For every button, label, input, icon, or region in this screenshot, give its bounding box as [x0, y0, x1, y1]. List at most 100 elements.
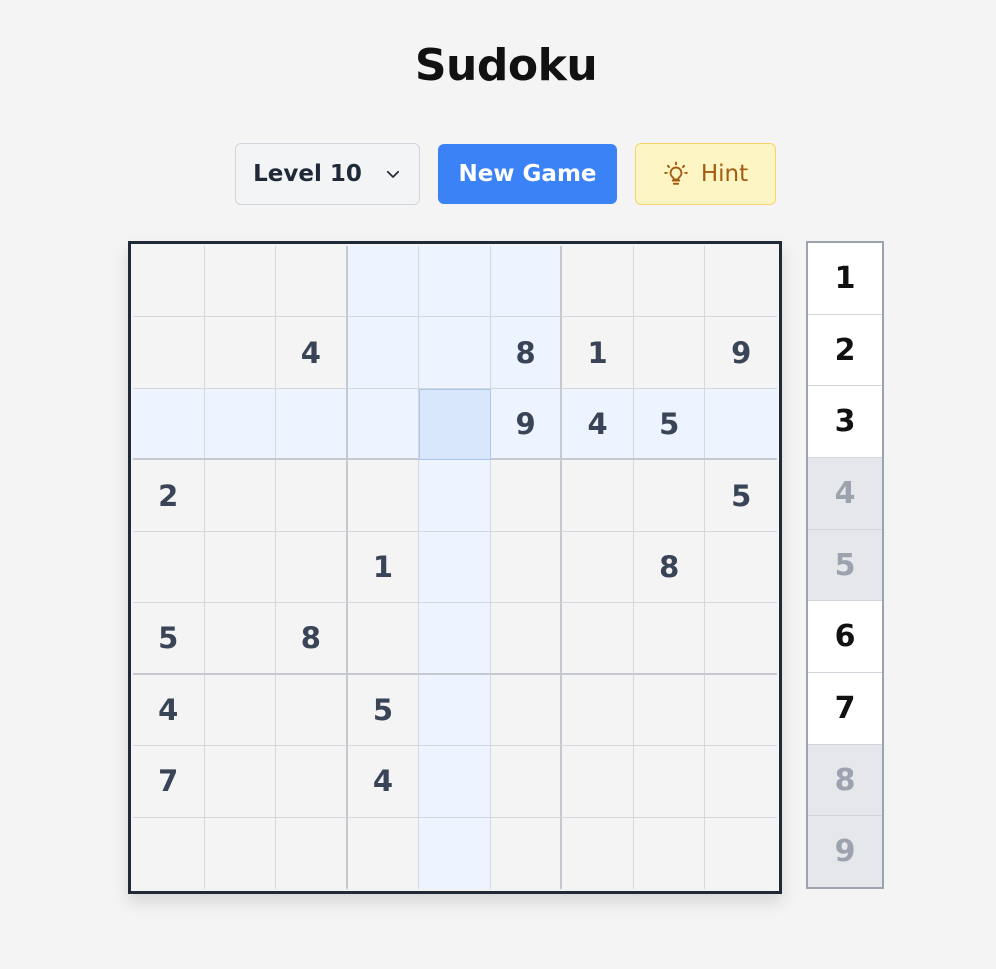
- sudoku-cell[interactable]: 4: [347, 746, 420, 818]
- sudoku-cell[interactable]: [490, 460, 563, 532]
- level-select-label: Level 10: [253, 161, 362, 187]
- sudoku-cell[interactable]: [419, 246, 491, 318]
- sudoku-cell[interactable]: [562, 460, 634, 532]
- sudoku-cell[interactable]: [348, 817, 420, 889]
- sudoku-cell[interactable]: 5: [633, 388, 706, 461]
- sudoku-cell[interactable]: [633, 460, 706, 532]
- sudoku-cell[interactable]: [633, 603, 706, 675]
- sudoku-cell[interactable]: [276, 388, 348, 461]
- sudoku-cell[interactable]: [562, 246, 634, 318]
- sudoku-cell[interactable]: [419, 746, 491, 818]
- sudoku-cell[interactable]: [705, 246, 777, 318]
- sudoku-cell[interactable]: [562, 603, 634, 675]
- sudoku-cell[interactable]: [562, 674, 634, 747]
- sudoku-cell[interactable]: [133, 317, 205, 389]
- sudoku-cell[interactable]: [705, 532, 777, 604]
- number-button-3[interactable]: 3: [808, 386, 882, 459]
- hint-button[interactable]: Hint: [635, 143, 776, 205]
- sudoku-cell[interactable]: 5: [705, 460, 777, 532]
- number-button-6[interactable]: 6: [808, 601, 882, 674]
- sudoku-cell[interactable]: [205, 817, 277, 889]
- sudoku-cell[interactable]: [204, 317, 277, 389]
- sudoku-cell[interactable]: [204, 246, 277, 318]
- sudoku-cell[interactable]: [204, 603, 277, 675]
- number-button-7[interactable]: 7: [808, 673, 882, 745]
- sudoku-cell[interactable]: [204, 460, 277, 532]
- number-button-4[interactable]: 4: [808, 458, 882, 530]
- sudoku-cell[interactable]: [419, 388, 491, 461]
- sudoku-cell[interactable]: 2: [133, 460, 205, 532]
- sudoku-cell[interactable]: [347, 603, 420, 675]
- sudoku-cell[interactable]: [204, 746, 277, 818]
- sudoku-cell[interactable]: 1: [562, 317, 634, 389]
- sudoku-cell[interactable]: [133, 531, 205, 604]
- sudoku-cell[interactable]: [133, 246, 205, 318]
- sudoku-cell[interactable]: [347, 460, 420, 532]
- number-button-9[interactable]: 9: [808, 816, 882, 888]
- sudoku-cell[interactable]: 5: [347, 674, 420, 747]
- sudoku-cell[interactable]: [490, 531, 563, 604]
- sudoku-cell[interactable]: [562, 817, 634, 889]
- page-title: Sudoku: [414, 40, 598, 91]
- sudoku-cell[interactable]: [633, 317, 706, 389]
- sudoku-cell[interactable]: [276, 531, 348, 604]
- sudoku-cell[interactable]: 1: [347, 531, 420, 604]
- new-game-button[interactable]: New Game: [438, 144, 617, 204]
- sudoku-cell[interactable]: [633, 746, 706, 818]
- sudoku-cell[interactable]: 4: [133, 674, 205, 747]
- sudoku-cell[interactable]: [276, 460, 348, 532]
- sudoku-cell[interactable]: [276, 246, 348, 318]
- sudoku-cell[interactable]: [705, 388, 777, 461]
- sudoku-cell[interactable]: [133, 817, 205, 889]
- sudoku-cell[interactable]: [204, 674, 277, 747]
- sudoku-cell[interactable]: 8: [276, 603, 348, 675]
- sudoku-cell[interactable]: [491, 817, 563, 889]
- sudoku-cell[interactable]: 9: [490, 388, 563, 461]
- sudoku-cell[interactable]: [562, 531, 634, 604]
- sudoku-cell[interactable]: 9: [705, 317, 777, 389]
- number-button-2[interactable]: 2: [808, 314, 882, 387]
- lightbulb-icon: [664, 161, 688, 185]
- sudoku-cell[interactable]: [633, 246, 706, 318]
- sudoku-cell[interactable]: [419, 531, 491, 604]
- sudoku-cell[interactable]: [419, 317, 491, 389]
- sudoku-cell[interactable]: 4: [562, 388, 634, 461]
- sudoku-cell[interactable]: [133, 388, 205, 461]
- sudoku-cell[interactable]: [347, 317, 420, 389]
- sudoku-cell[interactable]: [705, 675, 777, 747]
- sudoku-cell[interactable]: [634, 817, 706, 889]
- sudoku-cell[interactable]: [490, 746, 563, 818]
- sudoku-board: 48199452518584574: [128, 241, 782, 894]
- sudoku-cell[interactable]: [705, 603, 777, 675]
- sudoku-grid: 48199452518584574: [133, 246, 777, 889]
- hint-button-label: Hint: [700, 161, 749, 187]
- sudoku-cell[interactable]: [562, 746, 634, 818]
- sudoku-cell[interactable]: [276, 746, 348, 818]
- number-button-1[interactable]: 1: [808, 243, 882, 315]
- sudoku-cell[interactable]: [419, 460, 491, 532]
- sudoku-cell[interactable]: [204, 388, 277, 461]
- sudoku-cell[interactable]: [204, 531, 277, 604]
- sudoku-cell[interactable]: [490, 603, 563, 675]
- toolbar: Level 10 New Game Hint: [0, 143, 996, 205]
- sudoku-cell[interactable]: [490, 246, 563, 318]
- sudoku-cell[interactable]: [490, 674, 563, 747]
- sudoku-cell[interactable]: [276, 817, 348, 889]
- sudoku-cell[interactable]: [419, 817, 491, 889]
- sudoku-cell[interactable]: 5: [133, 603, 205, 675]
- sudoku-cell[interactable]: [419, 603, 491, 675]
- sudoku-cell[interactable]: [347, 388, 420, 461]
- sudoku-cell[interactable]: [347, 246, 420, 318]
- sudoku-cell[interactable]: 8: [633, 531, 706, 604]
- sudoku-cell[interactable]: [419, 674, 491, 747]
- sudoku-cell[interactable]: 4: [276, 317, 348, 389]
- sudoku-cell[interactable]: 7: [133, 746, 205, 818]
- sudoku-cell[interactable]: [705, 746, 777, 818]
- number-button-5[interactable]: 5: [808, 529, 882, 602]
- sudoku-cell[interactable]: [276, 674, 348, 747]
- sudoku-cell[interactable]: [633, 674, 706, 747]
- sudoku-cell[interactable]: 8: [490, 317, 563, 389]
- sudoku-cell[interactable]: [705, 818, 777, 889]
- number-button-8[interactable]: 8: [808, 744, 882, 817]
- level-select[interactable]: Level 10: [235, 143, 420, 205]
